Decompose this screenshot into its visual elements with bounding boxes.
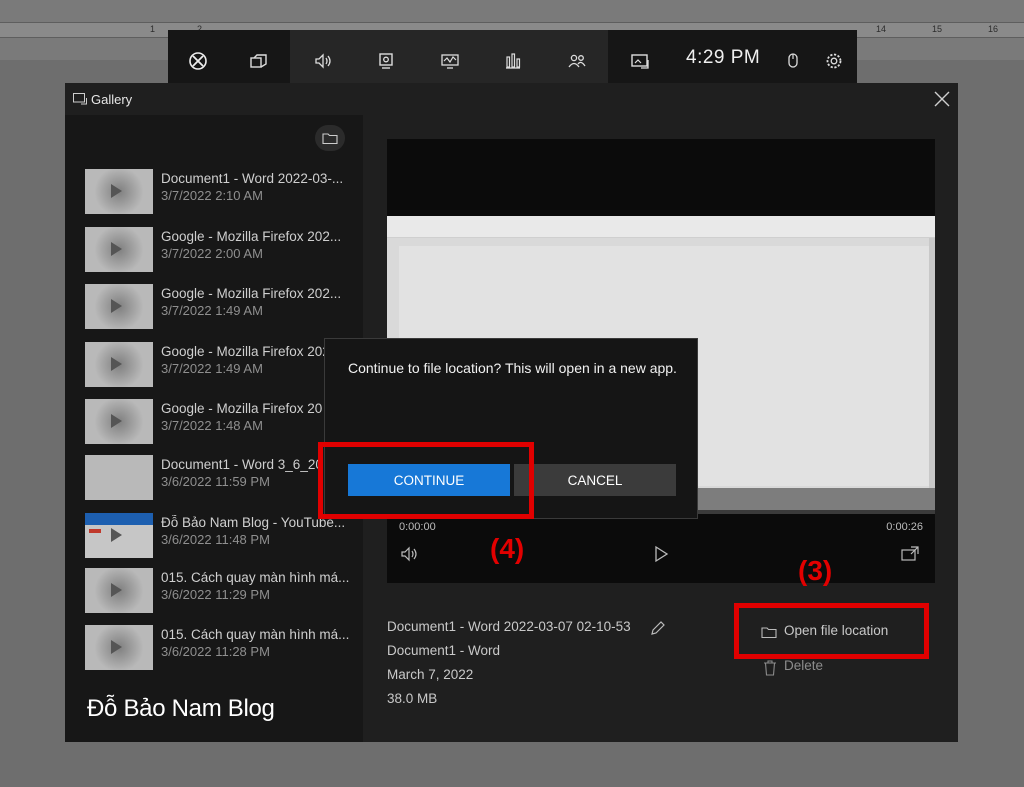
video-thumbnail <box>85 227 153 272</box>
capture-list-item[interactable]: Google - Mozilla Firefox 202... 3/7/2022… <box>85 340 355 390</box>
cancel-button[interactable]: CANCEL <box>514 464 676 496</box>
gallery-title: Gallery <box>91 92 133 107</box>
play-icon[interactable] <box>650 544 672 564</box>
ruler-number: 15 <box>932 24 943 34</box>
gallery-icon[interactable] <box>628 49 652 73</box>
play-icon <box>111 583 122 597</box>
video-thumbnail <box>85 513 153 558</box>
audio-icon[interactable] <box>311 49 335 73</box>
capture-date: 3/7/2022 2:00 AM <box>161 246 263 261</box>
capture-date: 3/6/2022 11:48 PM <box>161 532 270 547</box>
ruler-number: 14 <box>876 24 887 34</box>
volume-icon[interactable] <box>399 544 421 564</box>
capture-date: 3/6/2022 11:59 PM <box>161 474 270 489</box>
play-icon <box>111 184 122 198</box>
performance-icon[interactable] <box>438 49 462 73</box>
capture-date: 3/7/2022 1:49 AM <box>161 361 263 376</box>
resources-icon[interactable] <box>501 49 525 73</box>
play-icon <box>111 242 122 256</box>
social-icon[interactable] <box>565 49 589 73</box>
capture-title: Document1 - Word 2022-03-... <box>161 171 344 186</box>
video-thumbnail <box>85 455 153 500</box>
capture-date: 3/6/2022 11:28 PM <box>161 644 270 659</box>
video-thumbnail <box>85 625 153 670</box>
trash-icon <box>764 660 776 676</box>
capture-list-pane: Document1 - Word 2022-03-... 3/7/2022 2:… <box>65 115 363 742</box>
capture-list-item[interactable]: Google - Mozilla Firefox 202... 3/7/2022… <box>85 282 355 332</box>
video-thumbnail <box>85 568 153 613</box>
mouse-icon[interactable] <box>781 49 805 73</box>
video-scrollbar-preview <box>929 238 935 488</box>
video-thumbnail <box>85 342 153 387</box>
popout-icon[interactable] <box>899 544 921 564</box>
folder-icon <box>322 133 338 145</box>
capture-date: 3/6/2022 11:29 PM <box>161 587 270 602</box>
capture-list-item[interactable]: Document1 - Word 2022-03-... 3/7/2022 2:… <box>85 167 355 217</box>
detail-app: Document1 - Word <box>387 643 501 658</box>
delete-button[interactable]: Delete <box>761 658 861 680</box>
capture-title: Google - Mozilla Firefox 202... <box>161 229 342 244</box>
capture-list-item[interactable]: 015. Cách quay màn hình má... 3/6/2022 1… <box>85 566 355 616</box>
capture-list-item[interactable]: Đỗ Bảo Nam Blog - YouTube... 3/6/2022 11… <box>85 511 355 561</box>
detail-date: March 7, 2022 <box>387 667 474 682</box>
capture-title: Google - Mozilla Firefox 202... <box>161 286 342 301</box>
annotation-step4: (4) <box>490 533 525 564</box>
capture-title: 015. Cách quay màn hình má... <box>161 627 350 642</box>
annotation-box-step3 <box>734 603 929 659</box>
video-thumbnail <box>85 169 153 214</box>
widget-menu-icon[interactable] <box>246 49 270 73</box>
video-thumbnail <box>85 284 153 329</box>
open-folder-button[interactable] <box>315 125 345 151</box>
capture-date: 3/7/2022 1:48 AM <box>161 418 263 433</box>
capture-list-item[interactable]: Document1 - Word 3_6_20 3/6/2022 11:59 P… <box>85 453 355 503</box>
time-elapsed: 0:00:00 <box>399 521 436 533</box>
delete-label: Delete <box>784 658 824 673</box>
detail-size: 38.0 MB <box>387 691 438 706</box>
dialog-message: Continue to file location? This will ope… <box>348 360 677 376</box>
capture-title: 015. Cách quay màn hình má... <box>161 570 350 585</box>
time-total: 0:00:26 <box>886 521 923 533</box>
play-icon <box>111 414 122 428</box>
gallery-title-icon <box>73 93 87 105</box>
blog-watermark: Đỗ Bảo Nam Blog <box>87 695 275 722</box>
play-icon <box>111 357 122 371</box>
capture-date: 3/7/2022 2:10 AM <box>161 188 263 203</box>
xbox-icon[interactable] <box>186 49 210 73</box>
ruler-number: 16 <box>988 24 999 34</box>
play-icon <box>111 299 122 313</box>
gallery-header: Gallery <box>65 83 958 115</box>
ruler-number: 1 <box>150 24 156 34</box>
detail-file-name: Document1 - Word 2022-03-07 02-10-53 <box>387 619 631 634</box>
video-toolbar-preview <box>387 216 935 238</box>
capture-date: 3/7/2022 1:49 AM <box>161 303 263 318</box>
edit-pencil-icon[interactable] <box>649 619 667 637</box>
settings-icon[interactable] <box>822 49 846 73</box>
capture-list-item[interactable]: Google - Mozilla Firefox 20 3/7/2022 1:4… <box>85 397 355 447</box>
capture-icon[interactable] <box>374 49 398 73</box>
video-thumbnail <box>85 399 153 444</box>
capture-list-item[interactable]: Google - Mozilla Firefox 202... 3/7/2022… <box>85 225 355 275</box>
annotation-box-step4 <box>318 442 534 519</box>
play-icon <box>111 640 122 654</box>
capture-list-item[interactable]: 015. Cách quay màn hình má... 3/6/2022 1… <box>85 623 355 673</box>
annotation-step3: (3) <box>798 555 833 586</box>
play-icon <box>111 528 122 542</box>
close-icon[interactable] <box>932 89 952 109</box>
gamebar-clock: 4:29 PM <box>686 47 761 68</box>
